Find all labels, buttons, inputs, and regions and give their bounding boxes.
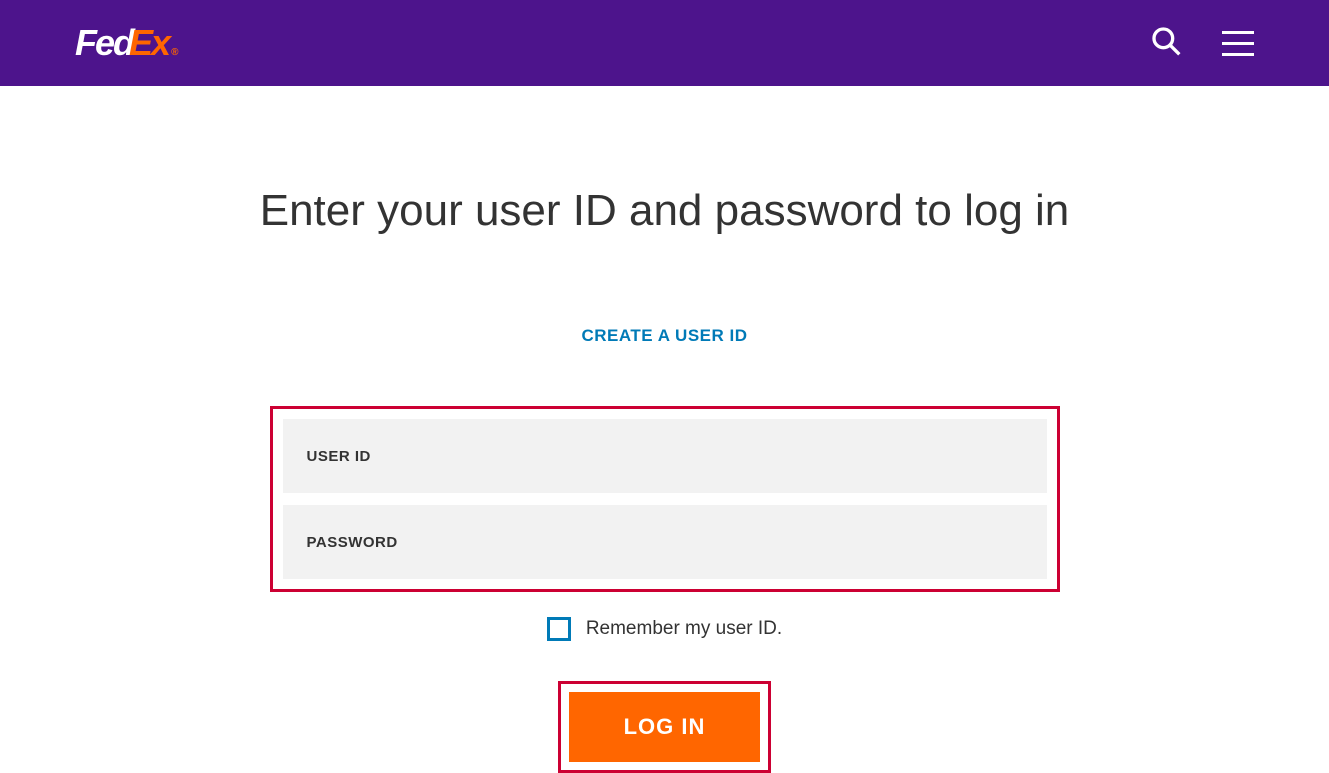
user-id-input[interactable] [283, 419, 1047, 493]
logo-registered: ® [171, 47, 176, 58]
page-title: Enter your user ID and password to log i… [0, 186, 1329, 236]
password-input[interactable] [283, 505, 1047, 579]
logo-ex-text: Ex [129, 22, 169, 64]
login-button[interactable]: LOG IN [569, 692, 761, 762]
login-button-highlight: LOG IN [558, 681, 772, 773]
header-right [1150, 25, 1254, 62]
remember-row: Remember my user ID. [270, 617, 1060, 641]
search-icon[interactable] [1150, 25, 1182, 62]
create-user-id-link[interactable]: CREATE A USER ID [581, 326, 747, 346]
hamburger-menu-icon[interactable] [1222, 31, 1254, 56]
remember-checkbox[interactable] [547, 617, 571, 641]
header: Fed Ex ® [0, 0, 1329, 86]
remember-label: Remember my user ID. [586, 618, 782, 640]
fedex-logo[interactable]: Fed Ex ® [75, 22, 176, 64]
main-content: Enter your user ID and password to log i… [0, 86, 1329, 773]
login-form: Remember my user ID. LOG IN [270, 406, 1060, 773]
input-group-highlight [270, 406, 1060, 592]
logo-fed-text: Fed [75, 22, 133, 64]
